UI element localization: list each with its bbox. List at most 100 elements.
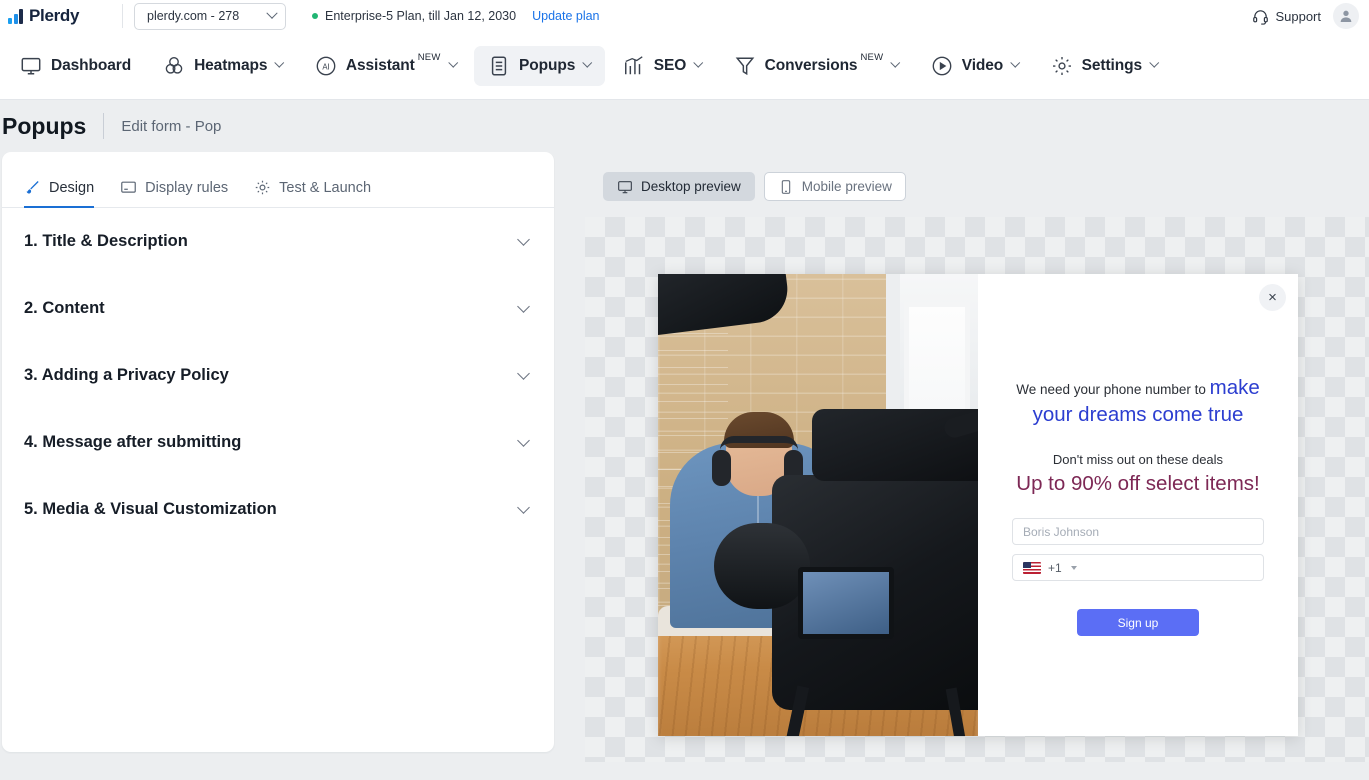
chevron-down-icon: [1011, 58, 1020, 67]
accordion-item-privacy-policy[interactable]: 3. Adding a Privacy Policy: [24, 342, 532, 409]
page-title: Popups: [2, 113, 86, 140]
site-selector-label: plerdy.com - 278: [147, 9, 239, 23]
accordion-item-title-description[interactable]: 1. Title & Description: [24, 208, 532, 275]
divider: [122, 4, 123, 28]
popup-subline: Don't miss out on these deals: [1006, 452, 1270, 467]
tab-desktop-preview[interactable]: Desktop preview: [603, 172, 755, 201]
nav-item-video[interactable]: Video: [917, 46, 1033, 86]
chevron-down-icon: [448, 58, 457, 67]
nav-item-conversions[interactable]: Conversions NEW: [720, 46, 913, 86]
tab-test-launch[interactable]: Test & Launch: [254, 179, 371, 208]
nav-label: Dashboard: [51, 57, 131, 75]
screen-icon: [120, 179, 137, 196]
breadcrumb: Edit form - Pop: [121, 118, 221, 135]
nav-item-dashboard[interactable]: Dashboard: [6, 46, 145, 86]
popup-phone-input[interactable]: +1: [1012, 554, 1264, 581]
popup-form: × We need your phone number to make your…: [978, 274, 1298, 736]
tab-mobile-preview[interactable]: Mobile preview: [764, 172, 906, 201]
logo-text: Plerdy: [29, 6, 79, 26]
nav-label: Settings: [1082, 57, 1142, 75]
new-badge: NEW: [860, 52, 883, 63]
chevron-down-icon: [1071, 566, 1077, 570]
chevron-down-icon: [517, 300, 530, 313]
preview-tabs: Desktop preview Mobile preview: [585, 172, 1369, 201]
nav-label: Popups: [519, 57, 575, 75]
gear-icon: [1051, 55, 1073, 77]
accordion-item-message-after-submitting[interactable]: 4. Message after submitting: [24, 409, 532, 476]
accordion-label: 4. Message after submitting: [24, 433, 241, 452]
chevron-down-icon: [517, 367, 530, 380]
desktop-icon: [617, 179, 633, 195]
chevron-down-icon: [694, 58, 703, 67]
design-panel: Design Display rules Test & Launch: [2, 152, 554, 752]
popup-signup-button[interactable]: Sign up: [1077, 609, 1199, 636]
popup-name-input[interactable]: Boris Johnson: [1012, 518, 1264, 545]
page-header: Popups Edit form - Pop: [0, 100, 1369, 152]
nav-item-settings[interactable]: Settings: [1037, 46, 1172, 86]
main-navigation: Dashboard Heatmaps AI Assistant NEW P: [0, 32, 1369, 100]
accordion-item-content[interactable]: 2. Content: [24, 275, 532, 342]
nav-label: SEO: [654, 57, 686, 75]
popup-image: [658, 274, 978, 736]
monitor-icon: [20, 55, 42, 77]
tab-label: Display rules: [145, 180, 228, 196]
popup-offer: Up to 90% off select items!: [1006, 472, 1270, 496]
site-selector[interactable]: plerdy.com - 278: [134, 3, 286, 30]
main-content: Design Display rules Test & Launch: [0, 152, 1369, 752]
popup-phone-code: +1: [1048, 561, 1062, 575]
nav-item-heatmaps[interactable]: Heatmaps: [149, 46, 297, 86]
chevron-down-icon: [275, 58, 284, 67]
gear-icon: [254, 179, 271, 196]
nav-item-popups[interactable]: Popups: [474, 46, 605, 86]
document-icon: [488, 55, 510, 77]
popup-name-placeholder: Boris Johnson: [1023, 525, 1099, 539]
mobile-icon: [778, 179, 794, 195]
update-plan-link[interactable]: Update plan: [532, 9, 599, 23]
breadcrumb-divider: [103, 113, 104, 139]
headset-icon: [1252, 8, 1269, 25]
popup-headline-plain: We need your phone number to: [1016, 382, 1209, 397]
us-flag-icon: [1023, 562, 1041, 574]
nav-label: Conversions: [765, 57, 858, 75]
nav-item-assistant[interactable]: AI Assistant NEW: [301, 46, 470, 86]
new-badge: NEW: [418, 52, 441, 63]
logo-bars-icon: [8, 9, 23, 24]
accordion-item-media-visual-customization[interactable]: 5. Media & Visual Customization: [24, 476, 532, 543]
chevron-down-icon: [1150, 58, 1159, 67]
chevron-down-icon: [891, 58, 900, 67]
tab-label: Test & Launch: [279, 180, 371, 196]
support-button[interactable]: Support: [1252, 8, 1321, 25]
plan-info: Enterprise-5 Plan, till Jan 12, 2030 Upd…: [312, 9, 600, 23]
chevron-down-icon: [266, 8, 277, 19]
preview-tab-label: Mobile preview: [802, 179, 892, 194]
status-dot-icon: [312, 13, 318, 19]
chevron-down-icon: [517, 501, 530, 514]
nav-label: Heatmaps: [194, 57, 267, 75]
nav-item-seo[interactable]: SEO: [609, 46, 716, 86]
tab-display-rules[interactable]: Display rules: [120, 179, 228, 208]
brush-icon: [24, 179, 41, 196]
plan-label: Enterprise-5 Plan, till Jan 12, 2030: [325, 9, 516, 23]
close-icon[interactable]: ×: [1259, 284, 1286, 311]
preview-tab-label: Desktop preview: [641, 179, 741, 194]
tab-label: Design: [49, 180, 94, 196]
editor-tabs: Design Display rules Test & Launch: [2, 152, 554, 208]
accordion-label: 5. Media & Visual Customization: [24, 500, 277, 519]
tab-design[interactable]: Design: [24, 179, 94, 208]
svg-text:AI: AI: [322, 62, 329, 71]
chevron-down-icon: [517, 233, 530, 246]
avatar[interactable]: [1333, 3, 1359, 29]
ai-icon: AI: [315, 55, 337, 77]
nav-label: Assistant: [346, 57, 415, 75]
chevron-down-icon: [583, 58, 592, 67]
support-label: Support: [1275, 9, 1321, 24]
accordion-list: 1. Title & Description 2. Content 3. Add…: [2, 208, 554, 543]
nav-label: Video: [962, 57, 1003, 75]
plerdy-logo[interactable]: Plerdy: [0, 6, 122, 26]
accordion-label: 3. Adding a Privacy Policy: [24, 366, 229, 385]
play-circle-icon: [931, 55, 953, 77]
popup-headline: We need your phone number to make your d…: [1006, 374, 1270, 428]
chevron-down-icon: [517, 434, 530, 447]
chart-up-icon: [623, 55, 645, 77]
preview-area: Desktop preview Mobile preview: [585, 152, 1369, 752]
